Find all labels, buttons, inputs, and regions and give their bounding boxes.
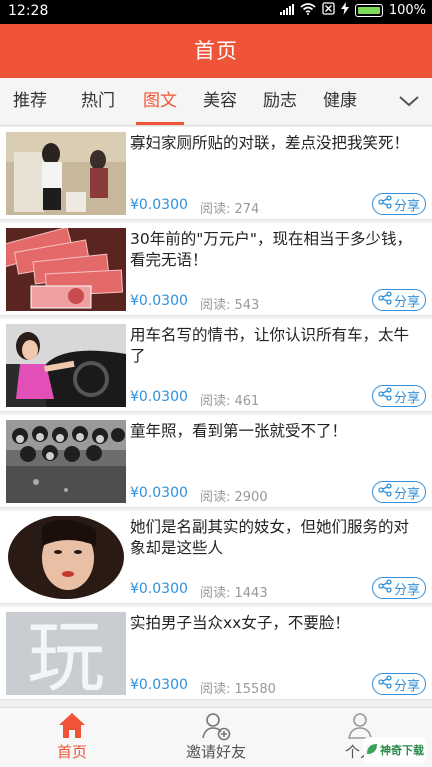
article-thumbnail bbox=[6, 516, 126, 599]
article-thumbnail: 玩 bbox=[6, 612, 126, 695]
share-label: 分享 bbox=[393, 198, 420, 214]
status-icons: 100% bbox=[279, 2, 426, 19]
share-icon bbox=[378, 675, 392, 693]
nav-home[interactable]: 首页 bbox=[0, 708, 144, 767]
share-button[interactable]: 分享 bbox=[372, 193, 426, 215]
share-button[interactable]: 分享 bbox=[372, 289, 426, 311]
share-button[interactable]: 分享 bbox=[372, 385, 426, 407]
article-thumbnail bbox=[6, 132, 126, 215]
article-title[interactable]: 寡妇家厕所贴的对联，差点没把我笑死！ bbox=[130, 133, 424, 154]
article-item[interactable]: 寡妇家厕所贴的对联，差点没把我笑死！ ¥0.0300 阅读: 274 分享 bbox=[0, 127, 432, 220]
article-price: ¥0.0300 bbox=[130, 197, 188, 213]
article-price: ¥0.0300 bbox=[130, 293, 188, 309]
article-read-count: 阅读: 15580 bbox=[200, 682, 276, 697]
battery-percent: 100% bbox=[388, 3, 426, 18]
tab-hot[interactable]: 热门 bbox=[74, 78, 122, 124]
tab-picture-text[interactable]: 图文 bbox=[136, 78, 184, 125]
tab-health[interactable]: 健康 bbox=[316, 78, 364, 124]
tab-inspiration[interactable]: 励志 bbox=[256, 78, 304, 124]
article-price: ¥0.0300 bbox=[130, 581, 188, 597]
share-icon bbox=[378, 483, 392, 501]
nav-invite-label: 邀请好友 bbox=[185, 743, 246, 761]
share-label: 分享 bbox=[393, 486, 420, 502]
article-title[interactable]: 用车名写的情书，让你认识所有车，太牛了 bbox=[130, 325, 424, 367]
share-label: 分享 bbox=[393, 390, 420, 406]
status-time: 12:28 bbox=[8, 3, 49, 19]
share-button[interactable]: 分享 bbox=[372, 673, 426, 695]
article-item[interactable]: 用车名写的情书，让你认识所有车，太牛了 ¥0.0300 阅读: 461 分享 bbox=[0, 319, 432, 412]
article-price: ¥0.0300 bbox=[130, 485, 188, 501]
article-title[interactable]: 她们是名副其实的妓女，但她们服务的对象却是这些人 bbox=[130, 517, 424, 559]
article-item[interactable]: 30年前的"万元户"，现在相当于多少钱，看完无语！ ¥0.0300 阅读: 54… bbox=[0, 223, 432, 316]
tab-beauty[interactable]: 美容 bbox=[196, 78, 244, 124]
signal-icon bbox=[279, 3, 294, 19]
article-item[interactable]: 童年照，看到第一张就受不了！ ¥0.0300 阅读: 2900 分享 bbox=[0, 415, 432, 508]
nav-invite[interactable]: 邀请好友 bbox=[144, 708, 288, 767]
share-icon bbox=[378, 579, 392, 597]
category-tabs: 推荐 热门 图文 美容 励志 健康 bbox=[0, 78, 432, 126]
share-button[interactable]: 分享 bbox=[372, 481, 426, 503]
share-label: 分享 bbox=[393, 294, 420, 310]
charging-icon bbox=[340, 2, 349, 19]
share-icon bbox=[378, 195, 392, 213]
article-read-count: 阅读: 274 bbox=[200, 202, 260, 217]
share-icon bbox=[378, 387, 392, 405]
nav-home-label: 首页 bbox=[56, 743, 87, 761]
watermark-text: 神奇下载 bbox=[380, 744, 424, 757]
article-read-count: 阅读: 1443 bbox=[200, 586, 268, 601]
article-read-count: 阅读: 2900 bbox=[200, 490, 268, 505]
article-title[interactable]: 30年前的"万元户"，现在相当于多少钱，看完无语！ bbox=[130, 229, 424, 271]
battery-icon bbox=[354, 4, 383, 17]
page-title: 首页 bbox=[0, 24, 432, 78]
tab-recommend[interactable]: 推荐 bbox=[6, 78, 54, 124]
chevron-down-icon[interactable] bbox=[398, 90, 420, 112]
watermark-logo: 神奇下载 bbox=[364, 737, 426, 763]
status-bar: 12:28 100% bbox=[0, 0, 432, 24]
leaf-icon bbox=[366, 743, 378, 758]
article-thumbnail bbox=[6, 228, 126, 311]
article-title[interactable]: 实拍男子当众xx女子，不要脸！ bbox=[130, 613, 424, 634]
share-label: 分享 bbox=[393, 678, 420, 694]
wifi-icon bbox=[300, 2, 316, 19]
article-read-count: 阅读: 543 bbox=[200, 298, 260, 313]
article-list: 寡妇家厕所贴的对联，差点没把我笑死！ ¥0.0300 阅读: 274 分享 30… bbox=[0, 127, 432, 707]
article-item[interactable]: 玩 实拍男子当众xx女子，不要脸！ ¥0.0300 阅读: 15580 分享 bbox=[0, 607, 432, 700]
home-icon bbox=[57, 711, 87, 741]
thumbnail-glyph: 玩 bbox=[27, 613, 105, 695]
article-price: ¥0.0300 bbox=[130, 677, 188, 693]
share-label: 分享 bbox=[393, 582, 420, 598]
article-item[interactable]: 她们是名副其实的妓女，但她们服务的对象却是这些人 ¥0.0300 阅读: 144… bbox=[0, 511, 432, 604]
article-thumbnail bbox=[6, 420, 126, 503]
article-price: ¥0.0300 bbox=[130, 389, 188, 405]
sim-off-icon bbox=[322, 2, 335, 19]
article-title[interactable]: 童年照，看到第一张就受不了！ bbox=[130, 421, 424, 442]
share-button[interactable]: 分享 bbox=[372, 577, 426, 599]
add-user-icon bbox=[201, 711, 231, 741]
share-icon bbox=[378, 291, 392, 309]
article-read-count: 阅读: 461 bbox=[200, 394, 260, 409]
article-thumbnail bbox=[6, 324, 126, 407]
